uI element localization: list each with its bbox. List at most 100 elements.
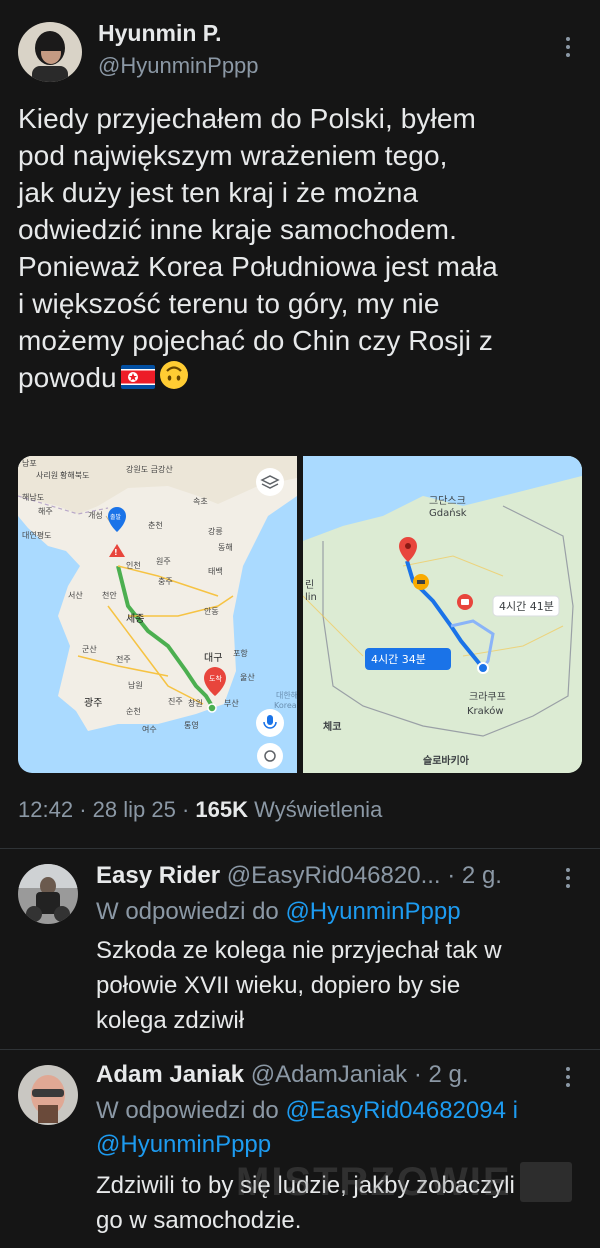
korea-map-image[interactable]: 남포 사리원 황해북도 강원도 금강산 해남도 해주 개성 대연평도 춘천 속초… bbox=[18, 456, 297, 773]
more-options-icon[interactable] bbox=[558, 864, 578, 892]
map-label: 강원도 금강산 bbox=[126, 464, 173, 474]
tweet-text-line: powodu bbox=[18, 362, 117, 393]
reply-text-line: połowie XVII wieku, dopiero by sie bbox=[96, 972, 461, 999]
map-label: 진주 bbox=[168, 696, 183, 706]
reply-author-handle[interactable]: @EasyRid046820... bbox=[227, 862, 441, 889]
tweet-text-line: możemy pojechać do Chin czy Rosji z bbox=[18, 325, 494, 356]
map-label: 순천 bbox=[126, 706, 141, 716]
upside-down-face-icon bbox=[159, 360, 189, 399]
author-handle[interactable]: @HyunminPppp bbox=[98, 53, 259, 79]
svg-text:!: ! bbox=[114, 548, 118, 557]
watermark-logo bbox=[520, 1162, 572, 1202]
map-label: Kraków bbox=[467, 705, 504, 717]
reply-to-link[interactable]: @HyunminPppp bbox=[96, 1131, 271, 1158]
reply-to-link[interactable]: @EasyRid04682094 bbox=[285, 1097, 506, 1124]
reply-to-link[interactable]: @HyunminPppp bbox=[285, 898, 460, 925]
north-korea-flag-icon bbox=[120, 361, 155, 398]
map-label: 여수 bbox=[142, 724, 157, 734]
map-label: 개성 bbox=[88, 510, 103, 520]
reply-to-line: W odpowiedzi do @EasyRid04682094 i bbox=[96, 1097, 518, 1125]
more-options-icon[interactable] bbox=[558, 1063, 578, 1091]
map-label: 체코 bbox=[323, 720, 341, 733]
reply-avatar[interactable] bbox=[18, 1065, 78, 1125]
reply-header: Adam Janiak @AdamJaniak · 2 g. bbox=[96, 1061, 469, 1089]
reply-to-line: @HyunminPppp bbox=[96, 1131, 271, 1159]
map-label: 대한해협 bbox=[276, 690, 297, 700]
map-label: 사리원 bbox=[36, 471, 58, 480]
map-label: 해남도 bbox=[22, 492, 44, 502]
layers-button[interactable] bbox=[256, 468, 284, 496]
map-label: 원주 bbox=[156, 557, 171, 566]
map-label: 남포 bbox=[22, 459, 37, 468]
map-label: 천안 bbox=[102, 590, 117, 600]
reply-to-prefix: W odpowiedzi do bbox=[96, 1097, 279, 1124]
location-button[interactable] bbox=[257, 743, 283, 769]
views-count: 165K bbox=[195, 797, 248, 822]
reply-header: Easy Rider @EasyRid046820... · 2 g. bbox=[96, 862, 502, 890]
map-label: 울산 bbox=[240, 672, 255, 682]
map-label: 린 bbox=[305, 579, 314, 591]
reply-author-handle[interactable]: @AdamJaniak bbox=[251, 1061, 407, 1088]
reply-to-conjunction: i bbox=[512, 1097, 518, 1124]
tweet-text-line: i większość terenu to góry, my nie bbox=[18, 288, 440, 319]
map-label: 충주 bbox=[158, 577, 173, 586]
map-label: 세종 bbox=[126, 613, 144, 625]
map-label: 전주 bbox=[116, 654, 131, 664]
map-label: 슬로바키아 bbox=[423, 754, 470, 767]
route-time-label[interactable]: 4시간 34분 bbox=[365, 648, 451, 670]
reply-author-name[interactable]: Adam Janiak bbox=[96, 1061, 244, 1088]
microphone-button[interactable] bbox=[256, 709, 284, 737]
map-label: 대구 bbox=[204, 652, 222, 664]
map-label: 태백 bbox=[208, 566, 223, 576]
reply-tweet[interactable]: Easy Rider @EasyRid046820... · 2 g. W od… bbox=[0, 848, 600, 1034]
map-label: 광주 bbox=[84, 697, 102, 709]
map-label: 춘천 bbox=[148, 520, 163, 530]
reply-to-line: W odpowiedzi do @HyunminPppp bbox=[96, 898, 461, 926]
reply-text-line: kolega zdziwił bbox=[96, 1007, 245, 1034]
construction-icon bbox=[413, 574, 429, 590]
meta-separator: · bbox=[413, 1061, 422, 1088]
map-label: 해주 bbox=[38, 506, 53, 516]
tweet-time: 12:42 bbox=[18, 797, 74, 822]
more-options-icon[interactable] bbox=[558, 33, 578, 61]
map-label: 크라쿠프 bbox=[469, 691, 506, 703]
alt-route-label[interactable]: 4시간 41분 bbox=[492, 595, 560, 617]
poland-map-image[interactable]: 4시간 41분 4시간 34분 그단스크 Gdańsk 크라쿠프 Kraków … bbox=[303, 456, 582, 773]
reply-text-line: Szkoda ze kolega nie przyjechał tak w bbox=[96, 937, 502, 964]
map-label: 서산 bbox=[68, 590, 83, 600]
author-avatar[interactable] bbox=[18, 22, 82, 82]
map-label: Gdańsk bbox=[429, 507, 467, 519]
map-label: 그단스크 bbox=[429, 495, 466, 507]
reply-text: Szkoda ze kolega nie przyjechał tak w po… bbox=[96, 933, 576, 1038]
map-label: 안동 bbox=[204, 606, 219, 616]
map-label: 포항 bbox=[233, 649, 248, 658]
map-label: 대연평도 bbox=[22, 530, 51, 540]
svg-text:도착: 도착 bbox=[209, 675, 222, 683]
tweet-text-line: odwiedzić inne kraje samochodem. bbox=[18, 214, 457, 245]
tweet-text: Kiedy przyjechałem do Polski, byłem pod … bbox=[18, 100, 588, 399]
tweet-date: 28 lip 25 bbox=[92, 797, 176, 822]
tweet-text-line: Ponieważ Korea Południowa jest mała bbox=[18, 251, 498, 282]
map-label: 창원 bbox=[188, 699, 203, 708]
map-label: 속초 bbox=[193, 497, 208, 506]
reply-tweet[interactable]: Adam Janiak @AdamJaniak · 2 g. W odpowie… bbox=[0, 1049, 600, 1248]
reply-author-name[interactable]: Easy Rider bbox=[96, 862, 220, 889]
reply-age: 2 g. bbox=[428, 1061, 469, 1088]
svg-text:4시간 34분: 4시간 34분 bbox=[371, 653, 426, 666]
tweet-text-line: pod największym wrażeniem tego, bbox=[18, 140, 448, 171]
tweet-text-line: Kiedy przyjechałem do Polski, byłem bbox=[18, 103, 476, 134]
reply-to-prefix: W odpowiedzi do bbox=[96, 898, 279, 925]
meta-separator: · bbox=[79, 797, 87, 822]
map-label: 강릉 bbox=[208, 526, 223, 536]
map-label: 통영 bbox=[184, 720, 199, 730]
map-label: 부산 bbox=[224, 698, 239, 708]
reply-avatar[interactable] bbox=[18, 864, 78, 924]
author-name[interactable]: Hyunmin P. bbox=[98, 20, 222, 47]
views-label: Wyświetlenia bbox=[254, 797, 383, 822]
map-label: 동해 bbox=[218, 542, 233, 552]
meta-separator: · bbox=[447, 862, 456, 889]
map-label: 황해북도 bbox=[60, 470, 89, 480]
map-label: 군산 bbox=[82, 644, 97, 654]
map-label: 인천 bbox=[126, 560, 141, 570]
tweet-text-last-line: powodu bbox=[18, 359, 588, 399]
